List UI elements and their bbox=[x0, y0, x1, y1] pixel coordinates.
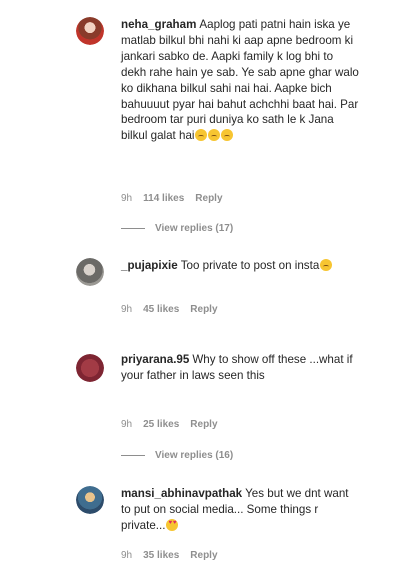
comment-meta: 9h 35 likes Reply bbox=[121, 550, 218, 561]
comment-likes[interactable]: 25 likes bbox=[143, 419, 179, 430]
comment-meta: 9h 25 likes Reply bbox=[121, 419, 218, 430]
view-replies-button[interactable]: View replies (17) bbox=[121, 223, 233, 234]
comment-meta: 9h 114 likes Reply bbox=[121, 193, 223, 204]
reply-button[interactable]: Reply bbox=[190, 419, 217, 430]
reply-button[interactable]: Reply bbox=[195, 193, 222, 204]
comment-likes[interactable]: 45 likes bbox=[143, 304, 179, 315]
comment-meta: 9h 45 likes Reply bbox=[121, 304, 218, 315]
divider-line bbox=[121, 455, 145, 456]
sad-emoji-icon bbox=[208, 129, 221, 142]
comment-time: 9h bbox=[121, 550, 133, 561]
reply-button[interactable]: Reply bbox=[190, 304, 217, 315]
sad-emoji-icon bbox=[320, 259, 333, 271]
view-replies-label: View replies (17) bbox=[155, 223, 234, 234]
comment-text-block: mansi_abhinavpathak Yes but we dnt want t… bbox=[121, 486, 359, 534]
heart-eyes-emoji-icon bbox=[166, 518, 179, 531]
avatar[interactable] bbox=[76, 258, 104, 286]
comment-body: Aaplog pati patni hain iska ye matlab bi… bbox=[121, 18, 359, 143]
comment-username[interactable]: priyarana.95 bbox=[121, 353, 189, 366]
comment-time: 9h bbox=[121, 419, 133, 430]
comment-text-block: priyarana.95 Why to show off these ...wha… bbox=[121, 352, 359, 384]
view-replies-label: View replies (16) bbox=[155, 450, 234, 461]
comments-list: neha_graham Aaplog pati patni hain iska y… bbox=[0, 0, 410, 583]
comment-username[interactable]: neha_graham bbox=[121, 18, 196, 31]
view-replies-button[interactable]: View replies (16) bbox=[121, 450, 233, 461]
comment-username[interactable]: _pujapixie bbox=[121, 259, 178, 272]
comment-body: Too private to post on insta bbox=[180, 259, 320, 272]
comment-text-block: _pujapixie Too private to post on insta bbox=[121, 258, 359, 274]
avatar[interactable] bbox=[76, 486, 104, 514]
avatar[interactable] bbox=[76, 17, 104, 45]
reply-button[interactable]: Reply bbox=[190, 550, 217, 561]
comment-username[interactable]: mansi_abhinavpathak bbox=[121, 487, 242, 500]
avatar[interactable] bbox=[76, 354, 104, 382]
sad-emoji-icon bbox=[221, 129, 234, 142]
divider-line bbox=[121, 228, 145, 229]
comment-likes[interactable]: 35 likes bbox=[143, 550, 179, 561]
comment-text-block: neha_graham Aaplog pati patni hain iska y… bbox=[121, 17, 359, 144]
comment-time: 9h bbox=[121, 304, 133, 315]
comment-time: 9h bbox=[121, 193, 133, 204]
sad-emoji-icon bbox=[195, 129, 208, 142]
comment-likes[interactable]: 114 likes bbox=[143, 193, 184, 204]
